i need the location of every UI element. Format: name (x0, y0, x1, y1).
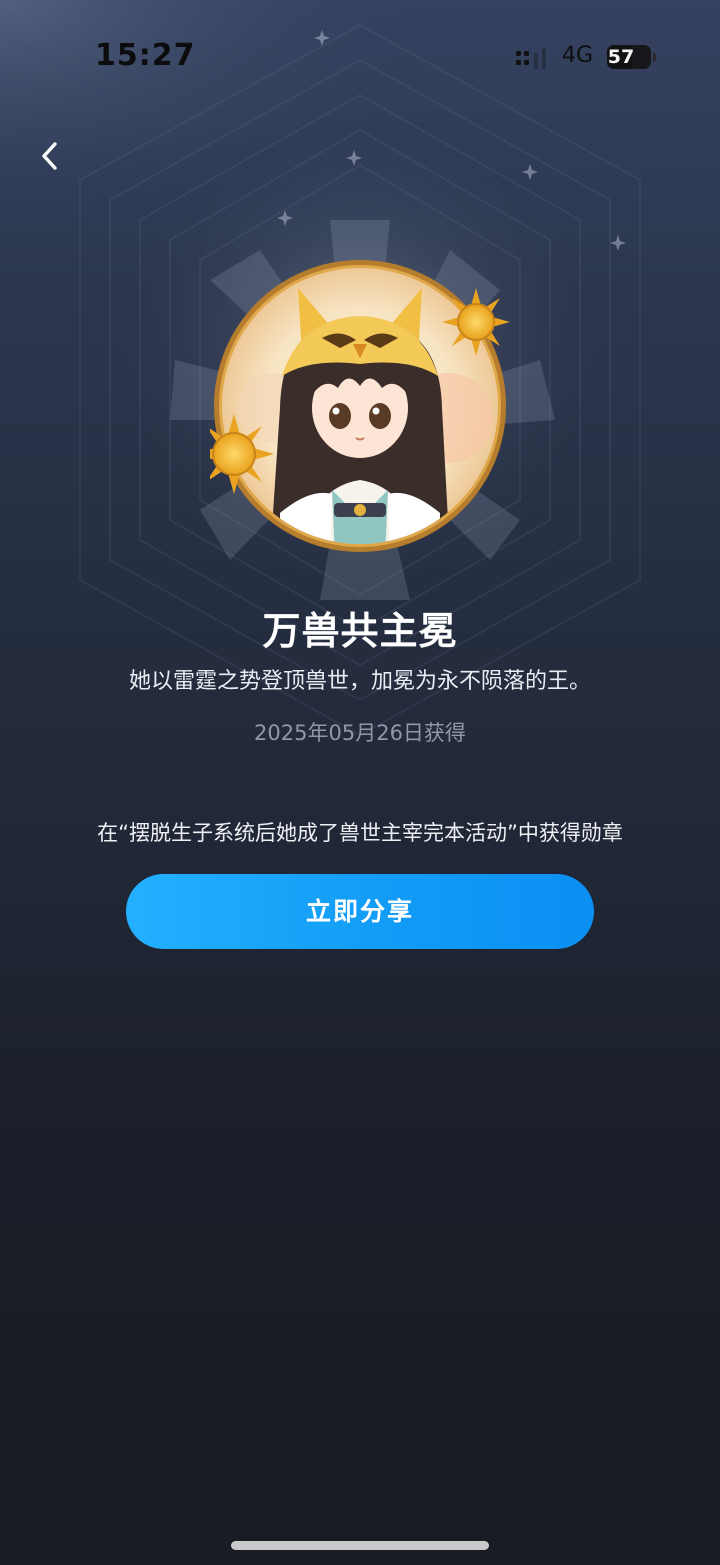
status-bar: 15:27 4G 57 (0, 0, 720, 110)
back-button[interactable] (28, 132, 76, 180)
battery-icon: 57 (607, 45, 657, 71)
share-button[interactable]: 立即分享 (126, 874, 594, 949)
medal-portrait-image (210, 260, 510, 552)
status-time: 15:27 (95, 38, 196, 73)
battery-tip (653, 53, 656, 62)
obtained-date: 2025年05月26日获得 (254, 721, 466, 745)
network-type: 4G (562, 43, 594, 68)
home-indicator[interactable] (231, 1541, 489, 1550)
chevron-left-icon (42, 142, 57, 170)
battery-body: 57 (607, 45, 651, 69)
badge-description: 她以雷霆之势登顶兽世，加冕为永不陨落的王。 (128, 669, 591, 694)
badge-title: 万兽共主冕 (262, 609, 458, 653)
battery-level: 57 (607, 46, 635, 68)
cellular-signal-icon (516, 48, 546, 69)
badge-source-text: 在“摆脱生子系统后她成了兽世主宰完本活动”中获得勋章 (97, 821, 623, 845)
